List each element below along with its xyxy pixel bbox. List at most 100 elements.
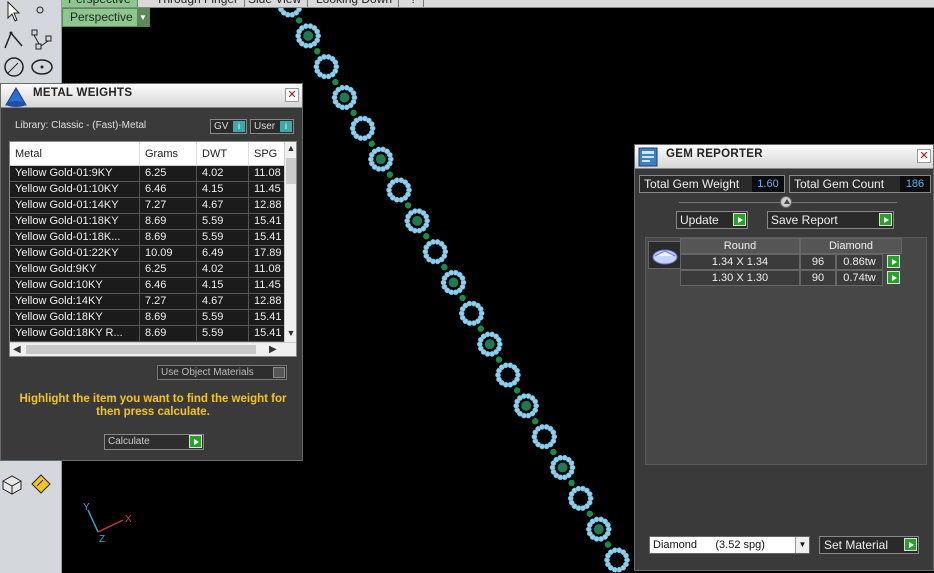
user-label: User: [254, 121, 276, 132]
total-gem-count-value: 186: [900, 176, 930, 192]
table-row[interactable]: Yellow Gold-01:18K... 8.69 5.59 15.41: [10, 230, 286, 246]
gv-toggle[interactable]: GV i: [210, 119, 247, 134]
dwt-value: 5.59: [197, 214, 249, 229]
chevron-down-icon[interactable]: ▼: [795, 537, 809, 553]
scroll-thumb[interactable]: [26, 345, 256, 354]
polyline-icon[interactable]: [2, 28, 26, 52]
play-arrow-icon[interactable]: [189, 435, 202, 448]
halo-link: [567, 485, 594, 511]
play-arrow-icon[interactable]: [887, 255, 900, 268]
halo-link: [404, 208, 431, 234]
info-icon: i: [280, 121, 292, 132]
ellipse-icon[interactable]: [30, 55, 54, 79]
spg-value: 11.08: [249, 166, 286, 181]
set-material-button[interactable]: Set Material: [819, 536, 919, 554]
chain-link: [604, 541, 612, 548]
scroll-left-icon[interactable]: ◀: [13, 343, 21, 356]
total-gem-count-label: Total Gem Count: [794, 177, 885, 191]
halo-link: [367, 146, 394, 172]
chevron-down-icon[interactable]: ▼: [137, 9, 149, 26]
col-spg[interactable]: SPG: [249, 142, 286, 166]
chain-link: [477, 325, 484, 332]
gem-size[interactable]: 1.30 X 1.30: [680, 270, 800, 286]
calculate-button[interactable]: Calculate: [104, 434, 204, 450]
curve-points-icon[interactable]: [30, 28, 54, 52]
scroll-right-icon[interactable]: ▶: [269, 343, 277, 356]
gem-material-icon[interactable]: [29, 472, 53, 496]
total-gem-weight-label: Total Gem Weight: [644, 177, 740, 191]
table-row[interactable]: Yellow Gold:10KY 6.46 4.15 11.45: [10, 278, 286, 294]
save-report-button[interactable]: Save Report: [767, 211, 894, 229]
table-row[interactable]: Yellow Gold:18KY R... 8.69 5.59 15.41: [10, 326, 286, 342]
update-label: Update: [680, 213, 719, 227]
play-arrow-icon[interactable]: [879, 213, 892, 226]
chain-link: [568, 479, 575, 487]
metal-weights-titlebar[interactable]: METAL WEIGHTS ✕: [1, 84, 302, 108]
checkbox-box[interactable]: [273, 367, 285, 378]
chain-link: [513, 387, 521, 394]
material-select[interactable]: Diamond (3.52 spg) ▼: [649, 536, 810, 554]
set-material-label: Set Material: [824, 538, 889, 552]
table-row[interactable]: Yellow Gold-01:10KY 6.46 4.15 11.45: [10, 182, 286, 198]
select-arrow-icon[interactable]: [3, 0, 27, 24]
spg-value: 11.08: [249, 262, 286, 277]
point-icon[interactable]: [30, 0, 54, 24]
save-report-label: Save Report: [771, 213, 838, 227]
halo-link: [295, 23, 322, 49]
table-row[interactable]: Yellow Gold:18KY 8.69 5.59 15.41: [10, 310, 286, 326]
axis-z-label: Z: [99, 534, 105, 545]
viewport-label[interactable]: Perspective ▼: [62, 8, 150, 27]
play-arrow-icon[interactable]: [733, 213, 746, 226]
table-row[interactable]: Yellow Gold:9KY 6.25 4.02 11.08: [10, 262, 286, 278]
metal-name: Yellow Gold:18KY: [10, 310, 140, 325]
scroll-up-icon[interactable]: ▲: [285, 143, 296, 153]
tab-through-finger[interactable]: Through Finger: [150, 0, 246, 7]
library-label: Library: Classic - (Fast)-Metal: [15, 120, 147, 131]
vertical-scrollbar[interactable]: ▲ ▼: [284, 142, 296, 342]
scroll-thumb[interactable]: [286, 158, 296, 184]
gem-reporter-titlebar[interactable]: GEM REPORTER ✕: [635, 145, 933, 169]
use-object-materials-checkbox[interactable]: Use Object Materials: [157, 365, 287, 380]
close-icon[interactable]: ✕: [917, 149, 931, 163]
close-icon[interactable]: ✕: [285, 88, 299, 102]
spg-value: 15.41: [249, 326, 286, 341]
circle-icon[interactable]: [2, 55, 26, 79]
metal-name: Yellow Gold-01:18KY: [10, 214, 140, 229]
tab-help[interactable]: ?: [404, 0, 424, 7]
gem-size[interactable]: 1.34 X 1.34: [680, 254, 800, 270]
metal-name: Yellow Gold-01:14KY: [10, 198, 140, 213]
dwt-value: 4.15: [197, 278, 249, 293]
gem-thumbnail[interactable]: [648, 241, 682, 269]
col-dwt[interactable]: DWT: [197, 142, 249, 166]
spg-value: 15.41: [249, 230, 286, 245]
table-row[interactable]: Yellow Gold-01:9KY 6.25 4.02 11.08: [10, 166, 286, 182]
spg-value: 17.89: [249, 246, 286, 261]
table-row[interactable]: Yellow Gold-01:14KY 7.27 4.67 12.88: [10, 198, 286, 214]
halo-link: [531, 424, 558, 450]
chain-link: [295, 17, 303, 24]
axis-y-label: Y: [83, 502, 90, 513]
play-arrow-icon[interactable]: [904, 538, 917, 551]
tab-perspective[interactable]: Perspective: [62, 0, 138, 7]
metal-name: Yellow Gold:18KY R...: [10, 326, 140, 341]
table-row[interactable]: Yellow Gold-01:18KY 8.69 5.59 15.41: [10, 214, 286, 230]
total-gem-weight-value: 1.60: [752, 176, 784, 192]
play-arrow-icon[interactable]: [887, 271, 900, 284]
collapse-toggle[interactable]: [780, 196, 792, 208]
col-grams[interactable]: Grams: [140, 142, 197, 166]
table-row[interactable]: Yellow Gold-01:22KY 10.09 6.49 17.89: [10, 246, 286, 262]
table-row[interactable]: Yellow Gold:14KY 7.27 4.67 12.88: [10, 294, 286, 310]
user-toggle[interactable]: User i: [250, 119, 294, 134]
update-button[interactable]: Update: [676, 211, 748, 229]
gv-label: GV: [214, 121, 229, 132]
metal-weights-icon: [5, 87, 27, 107]
col-metal[interactable]: Metal: [10, 142, 140, 166]
horizontal-scrollbar[interactable]: ◀ ▶: [10, 342, 296, 356]
tab-looking-down[interactable]: Looking Down: [310, 0, 400, 7]
axis-gizmo: X Y Z: [83, 502, 132, 545]
dwt-value: 6.49: [197, 246, 249, 261]
round-gem-icon: [652, 249, 678, 265]
scroll-down-icon[interactable]: ▼: [285, 328, 296, 338]
solid-box-icon[interactable]: [0, 472, 24, 496]
tab-side-view[interactable]: Side View: [242, 0, 309, 7]
